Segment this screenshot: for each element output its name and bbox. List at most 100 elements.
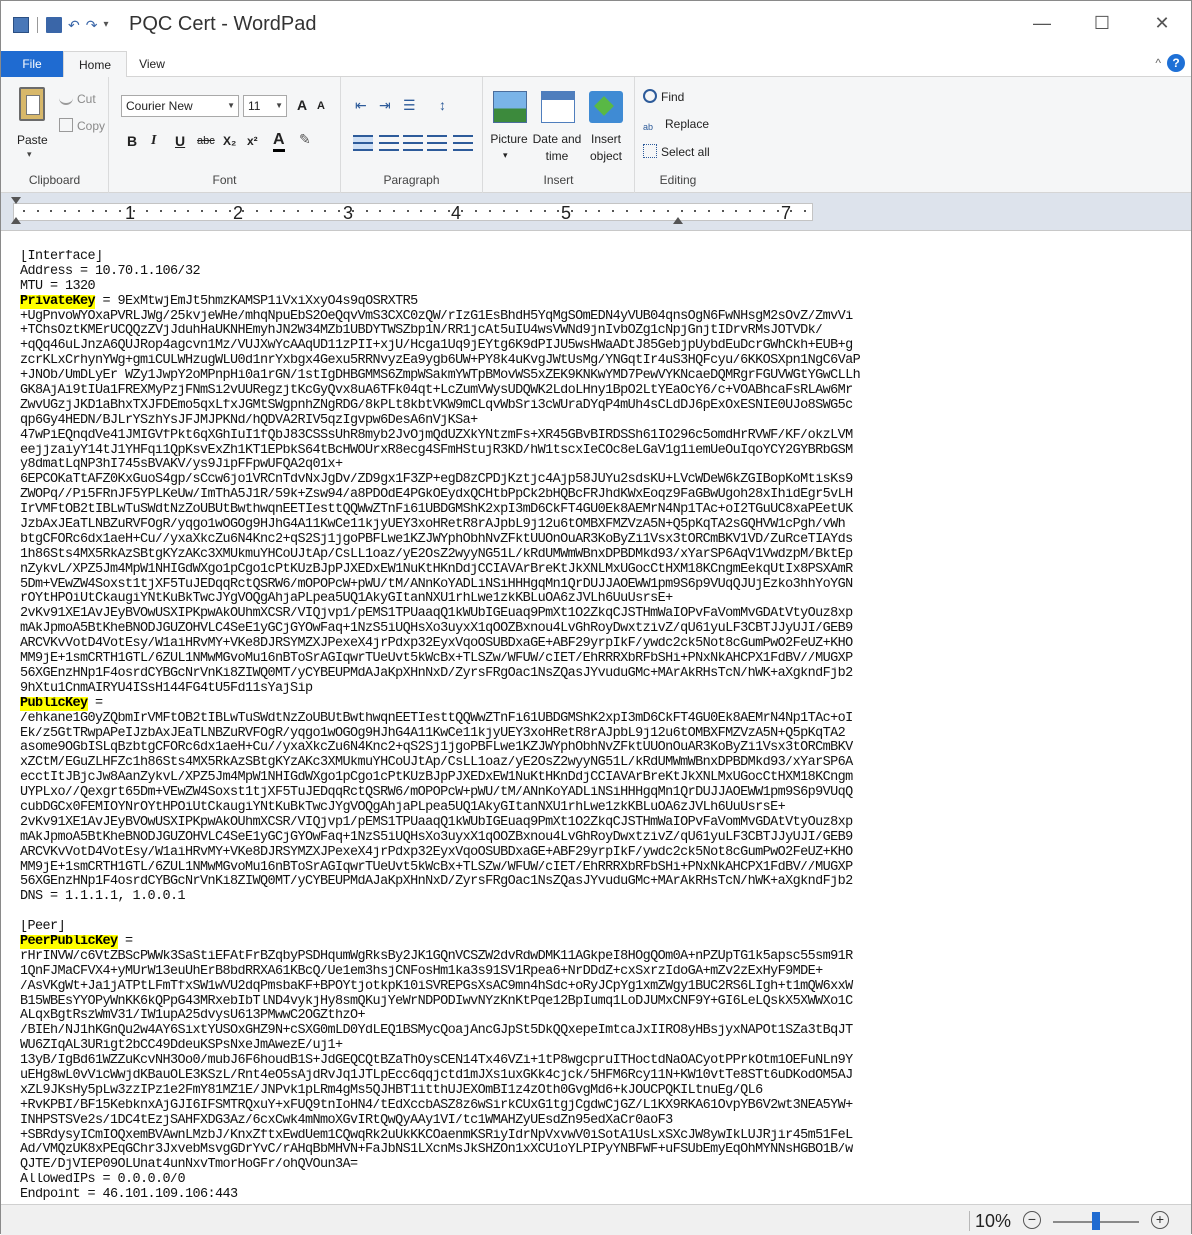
document-line[interactable]: 2vKv91XE1AvJEyBVOwUSXIPKpwAkOUhmXCSR/VIQ…	[20, 607, 1172, 622]
document-line[interactable]: 56XGEnzHNp1F4osrdCYBGcNrVnKi8ZIWQ0MT/yCY…	[20, 667, 1172, 682]
help-icon[interactable]: ?	[1167, 54, 1185, 72]
paste-icon[interactable]	[19, 87, 45, 121]
document-line[interactable]: AllowedIPs = 0.0.0.0/0	[20, 1173, 1172, 1188]
undo-icon[interactable]: ↶	[68, 17, 80, 33]
document-line[interactable]: 6EPCOKaTtAFZ0KxGuoS4gp/sCcw6jo1VRCnTdvNx…	[20, 473, 1172, 488]
bullet-list-icon[interactable]: ☰	[403, 97, 416, 114]
document-line[interactable]: eejjzaiyY14tJ1YHFqi1QpKsvExZh1KT1EPbkS64…	[20, 444, 1172, 459]
document-line[interactable]: ARCVKvVotD4VotEsy/W1aiHRvMY+VKe8DJRSYMZX…	[20, 637, 1172, 652]
document-line[interactable]: ZwvUGzjJKD1aBhxTXJFDEmo5qxLfxJGMtSWgpnhZ…	[20, 399, 1172, 414]
underline-button[interactable]: U	[175, 133, 185, 149]
tab-home[interactable]: Home	[63, 51, 127, 78]
superscript-button[interactable]: x²	[247, 134, 258, 148]
close-button[interactable]: ✕	[1147, 13, 1177, 34]
document-line[interactable]: 1h86Sts4MX5RkAzSBtgKYzAKc3XMUkmuYHCoUJtA…	[20, 548, 1172, 563]
document-line[interactable]: /ehkane1G0yZQbmIrVMFtOB2tIBLwTuSWdtNzZoU…	[20, 712, 1172, 727]
document-line[interactable]: ARCVKvVotD4VotEsy/W1aiHRvMY+VKe8DJRSYMZX…	[20, 846, 1172, 861]
document-line[interactable]: +RvKPBI/BF15KebknxAjGJI6IFSMTRQxuY+xFUQ9…	[20, 1099, 1172, 1114]
shrink-font-button[interactable]: A	[317, 100, 325, 112]
document-line[interactable]: mAkJpmoA5BtKheBNODJGUZOHVLC4SeE1yGCjGYOw…	[20, 831, 1172, 846]
document-line[interactable]: nZykvL/XPZ5Jm4MpW1NHIGdWXgo1pCgo1cPtKUzB…	[20, 563, 1172, 578]
save-icon[interactable]	[46, 17, 62, 33]
zoom-out-button[interactable]: −	[1023, 1211, 1041, 1229]
wordpad-app-icon[interactable]	[13, 17, 29, 33]
bold-button[interactable]: B	[127, 133, 137, 149]
italic-button[interactable]: I	[151, 133, 156, 149]
document-line[interactable]: DNS = 1.1.1.1, 1.0.0.1	[20, 890, 1172, 905]
document-line[interactable]: 5Dm+VEwZW4Soxst1tjXF5TuJEDqqRctQSRW6/mOP…	[20, 578, 1172, 593]
document-line[interactable]: ALqxBgtRszWmV31/IW1upA25dvysU613PMwwC2OG…	[20, 1009, 1172, 1024]
maximize-button[interactable]: ☐	[1087, 13, 1117, 34]
grow-font-button[interactable]: A	[297, 97, 307, 113]
left-indent-marker[interactable]	[11, 217, 21, 224]
document-line[interactable]: PublicKey =	[20, 696, 1172, 712]
zoom-slider-thumb[interactable]	[1092, 1212, 1100, 1230]
first-line-indent-marker[interactable]	[11, 197, 21, 204]
document-line[interactable]: zcrKLxCrhynYWg+gmiCULWHzugWLU0d1nrYxbgx4…	[20, 354, 1172, 369]
document-line[interactable]: 56XGEnzHNp1F4osrdCYBGcNrVnKi8ZIWQ0MT/yCY…	[20, 875, 1172, 890]
collapse-ribbon-icon[interactable]: ^	[1155, 56, 1161, 70]
document-line[interactable]: +qQq46uLJnzA6QUJRop4agcvn1Mz/VUJXwYcAAqU…	[20, 339, 1172, 354]
redo-icon[interactable]: ↷	[86, 17, 98, 33]
document-line[interactable]: xZCtM/EGuZLHFZc1h86Sts4MX5RkAzSBtgKYzAKc…	[20, 756, 1172, 771]
document-line[interactable]: B15WBEsYYOPyWnKK6kQPpG43MRxebIbTlND4vykj…	[20, 995, 1172, 1010]
paste-dropdown-icon[interactable]: ▾	[27, 149, 32, 160]
document-line[interactable]: btgCFORc6dx1aeH+Cu//yxaXkcZu6N4Knc2+qS2S…	[20, 533, 1172, 548]
paste-button[interactable]: Paste	[17, 133, 48, 147]
document-line[interactable]: +SBRdysyICmIOQxemBVAwnLMzbJ/KnxZftxEwdUe…	[20, 1129, 1172, 1144]
document-line[interactable]: /AsVKgWt+Ja1jATPtLFmTfxSW1wVU2dqPmsbaKF+…	[20, 980, 1172, 995]
picture-icon[interactable]	[493, 91, 527, 123]
document-line[interactable]: JzbAxJEaTLNBZuRVFOgR/yqgo1wOGOg9HJhG4A11…	[20, 518, 1172, 533]
align-center-icon[interactable]	[379, 135, 399, 151]
customize-qat-icon[interactable]: ▾	[103, 17, 108, 33]
cut-button[interactable]: Cut	[59, 91, 96, 106]
date-time-button[interactable]: Date and time	[531, 131, 583, 165]
minimize-button[interactable]: —	[1027, 13, 1057, 34]
increase-indent-icon[interactable]: ⇥	[379, 97, 391, 114]
document-line[interactable]: PrivateKey = 9ExMtwjEmJt5hmzKAMSP1iVxiXx…	[20, 294, 1172, 310]
document-line[interactable]: +UgPnvoWYOxaPVRLJWg/25kvjeWHe/mhqNpuEbS2…	[20, 310, 1172, 325]
document-line[interactable]: ecctItJBjcJw8AanZykvL/XPZ5Jm4MpW1NHIGdWX…	[20, 771, 1172, 786]
document-line[interactable]: [Peer]	[20, 920, 1172, 935]
subscript-button[interactable]: X₂	[223, 134, 236, 148]
highlight-color-icon[interactable]: ✎	[299, 131, 311, 148]
text-color-button[interactable]: A	[273, 131, 285, 152]
calendar-icon[interactable]	[541, 91, 575, 123]
picture-button[interactable]: Picture	[487, 131, 531, 148]
document-line[interactable]: cubDGCx0FEMIOYNrOYtHPOiUtCkaugiYNtKuBkTw…	[20, 801, 1172, 816]
document-line[interactable]: asome9OGbISLqBzbtgCFORc6dx1aeH+Cu//yxaXk…	[20, 741, 1172, 756]
document-line[interactable]: mAkJpmoA5BtKheBNODJGUZOHVLC4SeE1yGCjGYOw…	[20, 622, 1172, 637]
document-area[interactable]: [Interface] Address = 10.70.1.106/32 MTU =…	[1, 232, 1191, 1204]
insert-object-button[interactable]: Insert object	[583, 131, 629, 165]
document-line[interactable]: 9hXtu1CnmAIRYU4ISsH144FG4tU5Fd11sYajSip	[20, 682, 1172, 697]
document-line[interactable]: MTU = 1320	[20, 280, 1172, 295]
right-indent-marker[interactable]	[673, 217, 683, 224]
document-line[interactable]: uEHg8wL0vVicWwjdKBauOLE3KSzL/Rnt4eO5sAjd…	[20, 1069, 1172, 1084]
picture-dropdown-icon[interactable]: ▾	[503, 147, 508, 164]
line-spacing-icon[interactable]: ↕	[439, 97, 446, 113]
strikethrough-button[interactable]: abc	[197, 135, 215, 147]
tab-file[interactable]: File	[1, 51, 63, 77]
align-right-icon[interactable]	[403, 135, 423, 151]
replace-button[interactable]: ab Replace	[643, 117, 709, 136]
select-all-button[interactable]: Select all	[643, 144, 710, 159]
document-line[interactable]: /BIEh/NJ1hKGnQu2w4AY6SixtYUSOxGHZ9N+cSXG…	[20, 1024, 1172, 1039]
document-line[interactable]: IrVMFtOB2tIBLwTuSWdtNzZoUBUtBwthwqnEETIe…	[20, 503, 1172, 518]
document-line[interactable]: rHrINVW/c6VtZBScPWWk3SaStiEFAtFrBZqbyPSD…	[20, 950, 1172, 965]
align-left-icon[interactable]	[353, 135, 373, 151]
zoom-in-button[interactable]: +	[1151, 1211, 1169, 1229]
document-line[interactable]: WU6ZIqAL3URigt2bCC49DdeuKSPsNxeJmAwezE/u…	[20, 1039, 1172, 1054]
find-button[interactable]: Find	[643, 89, 684, 104]
document-line[interactable]: [Interface]	[20, 250, 1172, 265]
document-line[interactable]: 13yB/IgBd61WZZuKcvNH3Oo0/mubJ6F6houdB1S+…	[20, 1054, 1172, 1069]
font-family-select[interactable]: Courier New ▼	[121, 95, 239, 117]
document-line[interactable]: +JNOb/UmDLyEr WZy1JwpY2oMPnpHi0a1rGN/1st…	[20, 369, 1172, 384]
document-line[interactable]	[20, 905, 1172, 920]
document-line[interactable]: GK8AjAi9tIUa1FREXMyPzjFNmSi2vUURegzjtKcG…	[20, 384, 1172, 399]
document-line[interactable]: UYPLxo//Qexgrt65Dm+VEwZW4Soxst1tjXF5TuJE…	[20, 786, 1172, 801]
document-text[interactable]: [Interface] Address = 10.70.1.106/32 MTU =…	[20, 250, 1172, 1203]
document-line[interactable]: 2vKv91XE1AvJEyBVOwUSXIPKpwAkOUhmXCSR/VIQ…	[20, 816, 1172, 831]
document-line[interactable]: QJTE/DjVIEP09OLUnat4unNxvTmorHoGFr/ohQVO…	[20, 1158, 1172, 1173]
document-line[interactable]: MM9jE+1smCRTH1GTL/6ZUL1NMwMGvoMu16nBToSr…	[20, 652, 1172, 667]
document-line[interactable]: xZL9JKsHy5pLw3zzIPz1e2FmY81MZ1E/JNPvk1pL…	[20, 1084, 1172, 1099]
